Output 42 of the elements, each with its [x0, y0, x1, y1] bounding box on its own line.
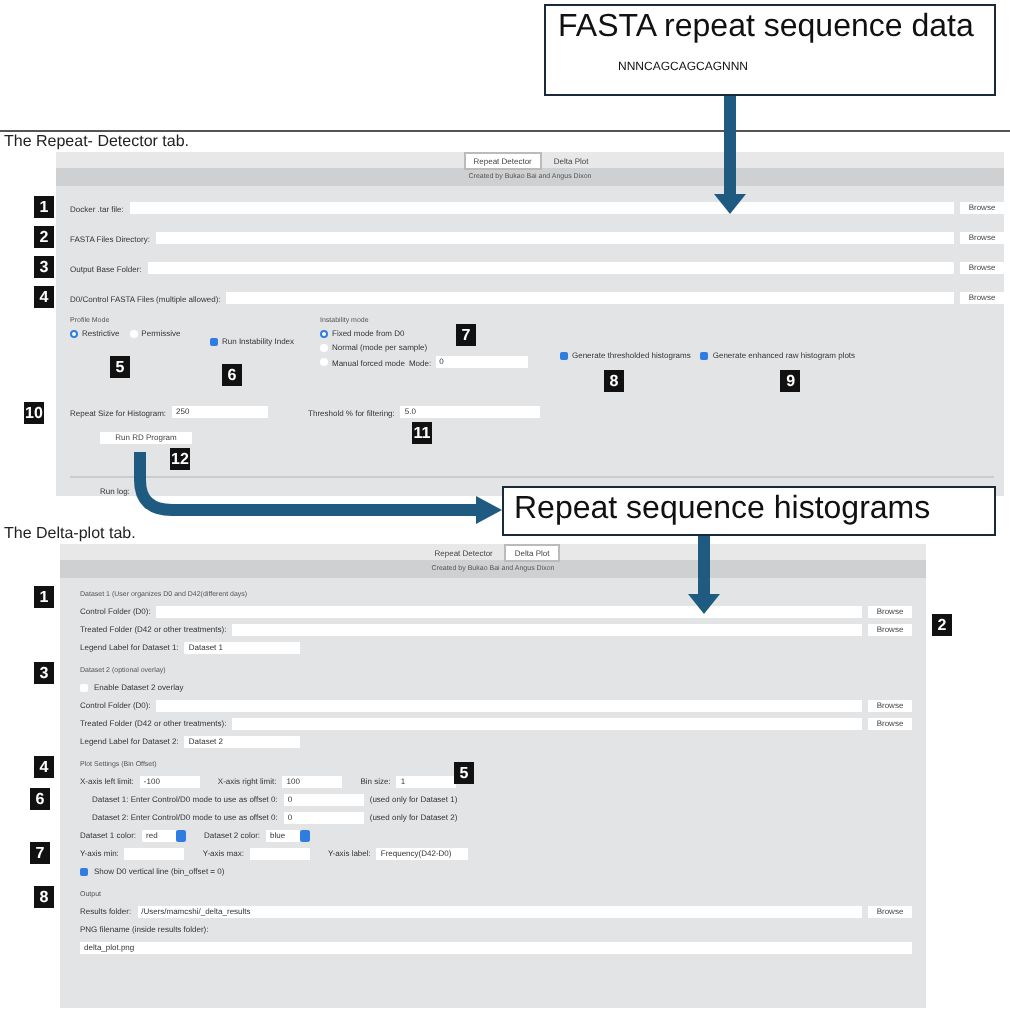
radio-button[interactable]	[70, 329, 78, 337]
input-field[interactable]	[232, 717, 862, 729]
number-badge: 2	[932, 614, 952, 636]
input-field[interactable]	[155, 232, 954, 244]
number-badge: 1	[34, 196, 54, 218]
number-badge: 8	[34, 886, 54, 908]
figure-caption: The Delta-plot tab.	[2, 524, 138, 542]
number-badge: 5	[454, 762, 474, 784]
input-field[interactable]	[147, 262, 954, 274]
radio-button[interactable]	[320, 329, 328, 337]
input-field[interactable]	[232, 623, 862, 635]
input-field[interactable]	[156, 699, 862, 711]
number-badge: 4	[34, 286, 54, 308]
down-arrow	[688, 536, 720, 614]
input-field[interactable]	[226, 292, 954, 304]
input-field[interactable]	[124, 847, 185, 859]
number-badge: 9	[780, 370, 801, 392]
checkbox[interactable]	[700, 351, 709, 359]
number-badge: 4	[34, 756, 54, 778]
number-badge: 7	[456, 324, 476, 346]
input-field[interactable]	[249, 847, 310, 859]
callout-title: Repeat sequence histograms	[514, 492, 931, 528]
number-badge: 7	[30, 842, 50, 864]
input-field[interactable]	[156, 605, 862, 617]
checkbox[interactable]	[80, 867, 88, 875]
figure-caption: The Repeat- Detector tab.	[2, 132, 191, 150]
down-arrow	[714, 96, 746, 214]
checkbox[interactable]	[210, 337, 218, 345]
number-badge: 3	[34, 256, 54, 278]
number-badge: 3	[34, 662, 54, 684]
number-badge: 8	[604, 370, 624, 392]
number-badge: 10	[24, 402, 44, 424]
callout-title: FASTA repeat sequence data	[558, 10, 974, 46]
number-badge: 6	[222, 364, 242, 386]
number-badge: 11	[412, 422, 433, 444]
number-badge: 2	[34, 226, 54, 248]
number-badge: 12	[170, 448, 190, 470]
number-badge: 5	[110, 356, 130, 378]
input-field[interactable]	[129, 202, 954, 214]
number-badge: 6	[30, 788, 50, 810]
checkbox[interactable]	[560, 351, 568, 359]
number-badge: 1	[34, 586, 54, 608]
